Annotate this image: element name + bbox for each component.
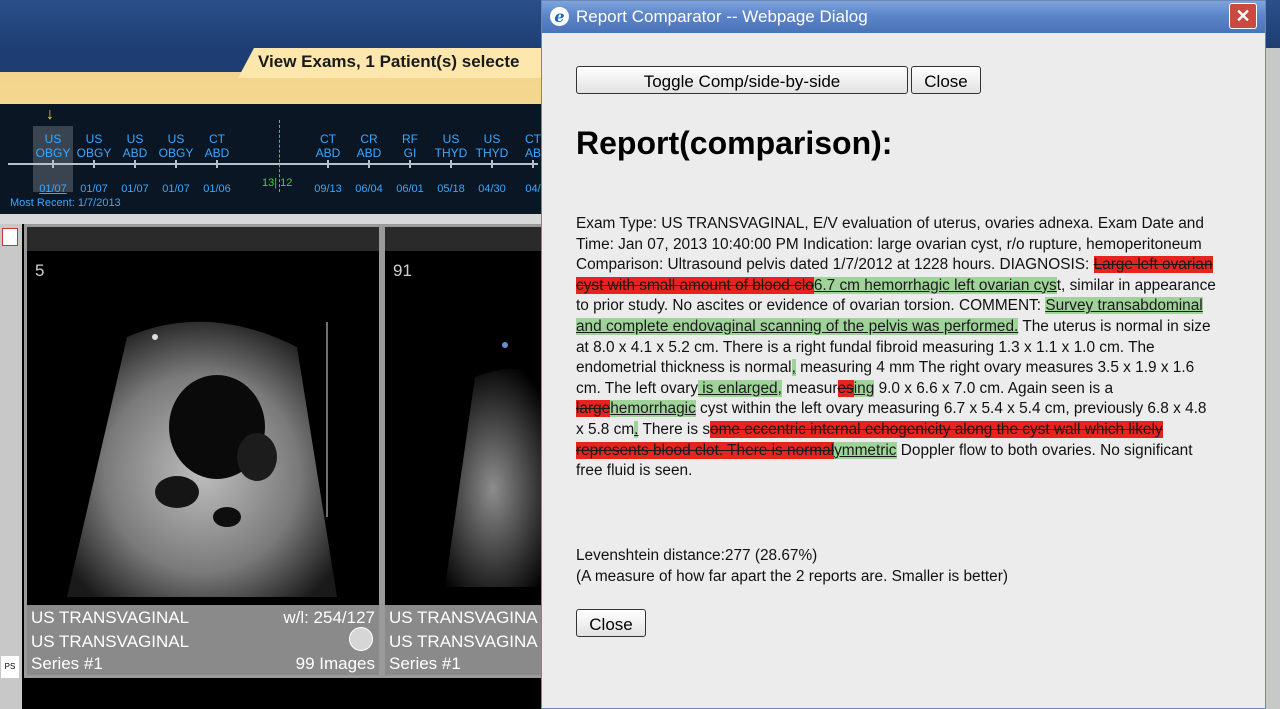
- exam-entry[interactable]: US OBGY 01/07: [33, 132, 73, 195]
- series-description: US TRANSVAGINA: [389, 632, 538, 651]
- timeline-tick: [368, 160, 370, 168]
- exam-modality: US: [85, 132, 103, 146]
- timeline-tick: [327, 160, 329, 168]
- exam-modality: CR: [360, 132, 378, 146]
- exam-modality: RF: [402, 132, 418, 146]
- close-button-bottom[interactable]: Close: [576, 609, 646, 637]
- series-label: Series #1: [389, 654, 461, 673]
- close-icon[interactable]: ✕: [1229, 3, 1257, 29]
- timeline-tick: [175, 160, 177, 168]
- window-level: w/l: 254/127: [283, 608, 375, 627]
- report-text: measur: [781, 379, 838, 397]
- current-exam-arrow-icon: ↓: [46, 106, 54, 123]
- ultrasound-image: [67, 321, 337, 597]
- exam-modality: US: [167, 132, 185, 146]
- exam-modality: CT: [209, 132, 225, 146]
- tab-view-exams-label: View Exams, 1 Patient(s) selecte: [258, 52, 520, 71]
- exam-entry[interactable]: CR ABD 06/04: [349, 132, 389, 195]
- inserted-text: ing: [853, 379, 875, 397]
- left-tool-rail: [0, 224, 22, 709]
- viewport-footer: US TRANSVAGINAL w/l: 254/127 US TRANSVAG…: [27, 605, 379, 675]
- exam-body-part: GI: [403, 146, 417, 160]
- exam-entry[interactable]: CT ABD 09/13: [308, 132, 348, 195]
- series-label: Series #1: [31, 654, 103, 673]
- toolbar-strip: [0, 214, 545, 224]
- exam-body-part: OBGY: [158, 146, 194, 160]
- exam-modality: US: [442, 132, 460, 146]
- viewport-footer: US TRANSVAGINA US TRANSVAGINA Series #1: [385, 605, 549, 675]
- exam-body-part: ABD: [356, 146, 382, 160]
- inserted-text: hemorrhagic: [610, 400, 696, 418]
- report-comparison-text: Exam Type: US TRANSVAGINAL, E/V evaluati…: [576, 214, 1218, 482]
- ie-icon: e: [550, 7, 569, 26]
- exam-body-part: ABD: [204, 146, 230, 160]
- timeline-tick: [450, 160, 452, 168]
- report-text: There is s: [638, 420, 711, 438]
- inserted-text: 6.7 cm hemorrhagic left ovarian cys: [813, 276, 1057, 294]
- timeline-tick: [409, 160, 411, 168]
- deleted-text: es: [837, 379, 854, 397]
- timeline-tick: [216, 160, 218, 168]
- report-text: 9.0 x 6.6 x 7.0 cm. Again seen is a: [874, 379, 1114, 397]
- year-marker: 13| 12: [262, 177, 293, 189]
- exam-date: 01/06: [203, 183, 231, 195]
- exam-body-part: ABD: [315, 146, 341, 160]
- inserted-text: ymmetric: [834, 441, 897, 459]
- timeline-tick: [93, 160, 95, 168]
- most-recent-label: Most Recent: 1/7/2013: [10, 197, 121, 209]
- toggle-comparison-button[interactable]: Toggle Comp/side-by-side: [576, 66, 908, 94]
- timeline-tick: [134, 160, 136, 168]
- dialog-titlebar[interactable]: e Report Comparator -- Webpage Dialog ✕: [542, 1, 1265, 33]
- right-scroll-strip: [1265, 48, 1280, 709]
- exam-modality: US: [44, 132, 62, 146]
- close-button-top[interactable]: Close: [911, 66, 981, 94]
- image-viewport-2[interactable]: 91 US TRANSVAGINA US TRANSVAGINA Series …: [382, 224, 565, 678]
- exam-body-part: THYD: [475, 146, 509, 160]
- exam-entry[interactable]: RF GI 06/01: [390, 132, 430, 195]
- timeline-axis: [8, 163, 538, 165]
- levenshtein-note: (A measure of how far apart the 2 report…: [576, 567, 1008, 585]
- exam-entry[interactable]: US THYD 05/18: [431, 132, 471, 195]
- ps-icon[interactable]: PS: [1, 656, 19, 678]
- levenshtein-distance: Levenshtein distance:277 (28.67%): [576, 547, 818, 564]
- exam-modality: CT: [320, 132, 336, 146]
- exam-modality: US: [483, 132, 501, 146]
- exam-entry[interactable]: CT ABD 01/06: [197, 132, 237, 195]
- image-viewport-1[interactable]: 5 US TRANSVAGINAL w/l: 254/127 US TRANSV…: [24, 224, 382, 678]
- series-number: 91: [393, 261, 412, 280]
- image-count: 99 Images: [295, 654, 375, 673]
- toggle-circle-icon[interactable]: [349, 627, 373, 651]
- deleted-text: large: [576, 400, 611, 418]
- clipboard-icon[interactable]: [2, 228, 18, 246]
- viewport-header: [385, 227, 549, 251]
- series-description: US TRANSVAGINAL: [31, 632, 190, 651]
- exam-entry[interactable]: US THYD 04/30: [472, 132, 512, 195]
- dialog-title: Report Comparator -- Webpage Dialog: [576, 7, 868, 26]
- timeline-tick: [532, 160, 534, 168]
- timeline-tick: [52, 160, 54, 168]
- exam-entry[interactable]: US ABD 01/07: [115, 132, 155, 195]
- exam-entry[interactable]: US OBGY 01/07: [74, 132, 114, 195]
- levenshtein-section: Levenshtein distance:277 (28.67%) (A mea…: [576, 546, 1236, 587]
- timeline-tick: [491, 160, 493, 168]
- inserted-text: is enlarged,: [698, 379, 782, 397]
- exam-body-part: OBGY: [35, 146, 71, 160]
- report-comparator-dialog: e Report Comparator -- Webpage Dialog ✕ …: [541, 0, 1266, 709]
- viewport-header: [27, 227, 379, 251]
- exam-modality: US: [126, 132, 144, 146]
- report-heading: Report(comparison):: [576, 125, 893, 161]
- study-description: US TRANSVAGINAL: [31, 608, 190, 627]
- exam-body-part: ABD: [122, 146, 148, 160]
- exam-entry[interactable]: US OBGY 01/07: [156, 132, 196, 195]
- study-description: US TRANSVAGINA: [389, 608, 538, 627]
- exam-body-part: THYD: [434, 146, 468, 160]
- exam-body-part: OBGY: [76, 146, 112, 160]
- series-number: 5: [35, 261, 45, 280]
